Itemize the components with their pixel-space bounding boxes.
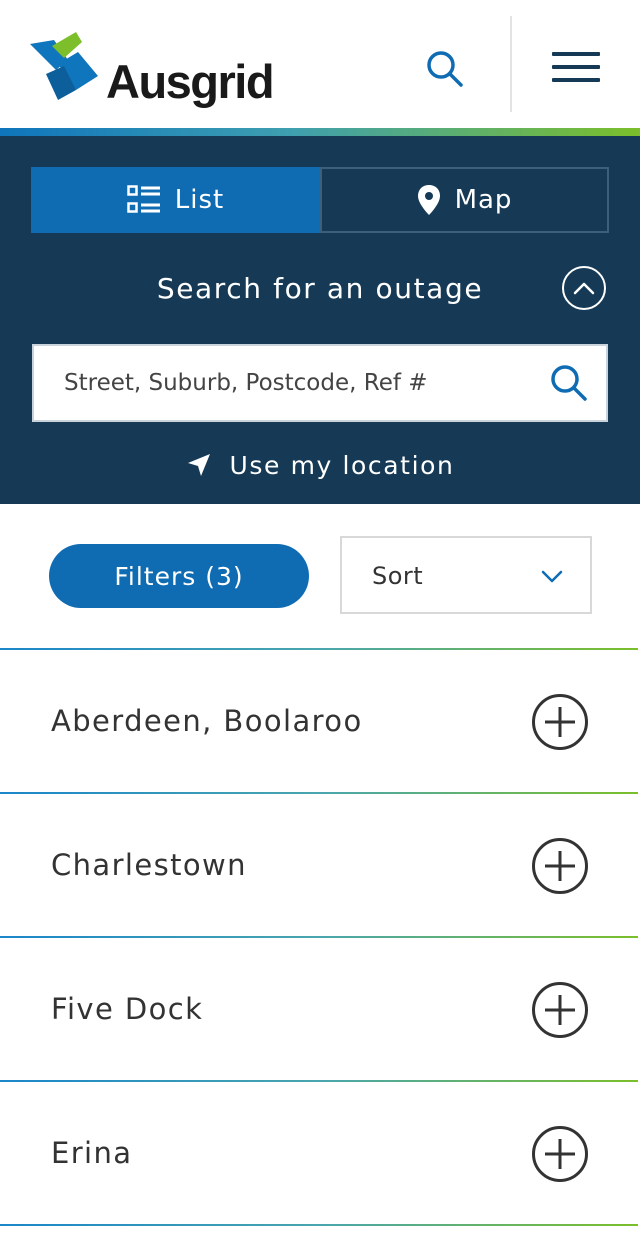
search-icon [427, 51, 463, 87]
search-icon [551, 365, 587, 401]
expand-plus-icon[interactable] [531, 1125, 589, 1183]
list-divider [0, 1224, 638, 1226]
list-view-label: List [174, 185, 225, 215]
search-heading-row: Search for an outage [0, 260, 640, 316]
map-view-label: Map [454, 185, 513, 215]
hamburger-menu-icon[interactable] [546, 44, 606, 92]
expand-plus-icon[interactable] [531, 837, 589, 895]
site-header: Ausgrid [0, 0, 640, 128]
sort-label: Sort [372, 562, 424, 590]
ausgrid-logo[interactable]: Ausgrid [28, 30, 288, 108]
list-icon [127, 185, 160, 213]
header-search-button[interactable] [420, 44, 470, 94]
list-view-button[interactable]: List [31, 167, 320, 233]
outage-search-box [32, 344, 608, 422]
logo-wordmark: Ausgrid [106, 55, 275, 108]
sort-dropdown[interactable]: Sort [340, 536, 592, 614]
chevron-up-icon [573, 282, 595, 295]
ausgrid-logo-mark-icon [30, 32, 98, 100]
outage-search-panel: List Map Search for an outage Street, Su… [0, 136, 640, 504]
chevron-down-icon [541, 570, 563, 583]
list-item[interactable]: Aberdeen, Boolaroo [0, 650, 640, 792]
use-my-location-label: Use my location [229, 450, 455, 480]
outage-location-label: Erina [51, 1136, 133, 1170]
list-item[interactable]: Charlestown [0, 794, 640, 936]
outage-list: Aberdeen, Boolaroo Charlestown Five Dock… [0, 648, 640, 1226]
filters-button[interactable]: Filters (3) [49, 544, 309, 608]
header-divider [510, 16, 512, 112]
use-my-location-button[interactable]: Use my location [0, 446, 640, 484]
collapse-search-button[interactable] [562, 266, 606, 310]
map-view-button[interactable]: Map [320, 167, 609, 233]
list-item[interactable]: Erina [0, 1082, 640, 1224]
search-heading: Search for an outage [156, 272, 484, 305]
search-submit-button[interactable] [548, 362, 590, 404]
outage-location-label: Charlestown [51, 848, 247, 882]
outage-location-label: Aberdeen, Boolaroo [51, 704, 363, 738]
view-toggle: List Map [31, 167, 609, 233]
header-accent-bar [0, 128, 640, 136]
location-arrow-icon [187, 454, 210, 476]
outage-location-label: Five Dock [51, 992, 204, 1026]
expand-plus-icon[interactable] [531, 693, 589, 751]
outage-search-input[interactable] [34, 346, 534, 420]
expand-plus-icon[interactable] [531, 981, 589, 1039]
list-item[interactable]: Five Dock [0, 938, 640, 1080]
map-pin-icon [417, 185, 440, 215]
